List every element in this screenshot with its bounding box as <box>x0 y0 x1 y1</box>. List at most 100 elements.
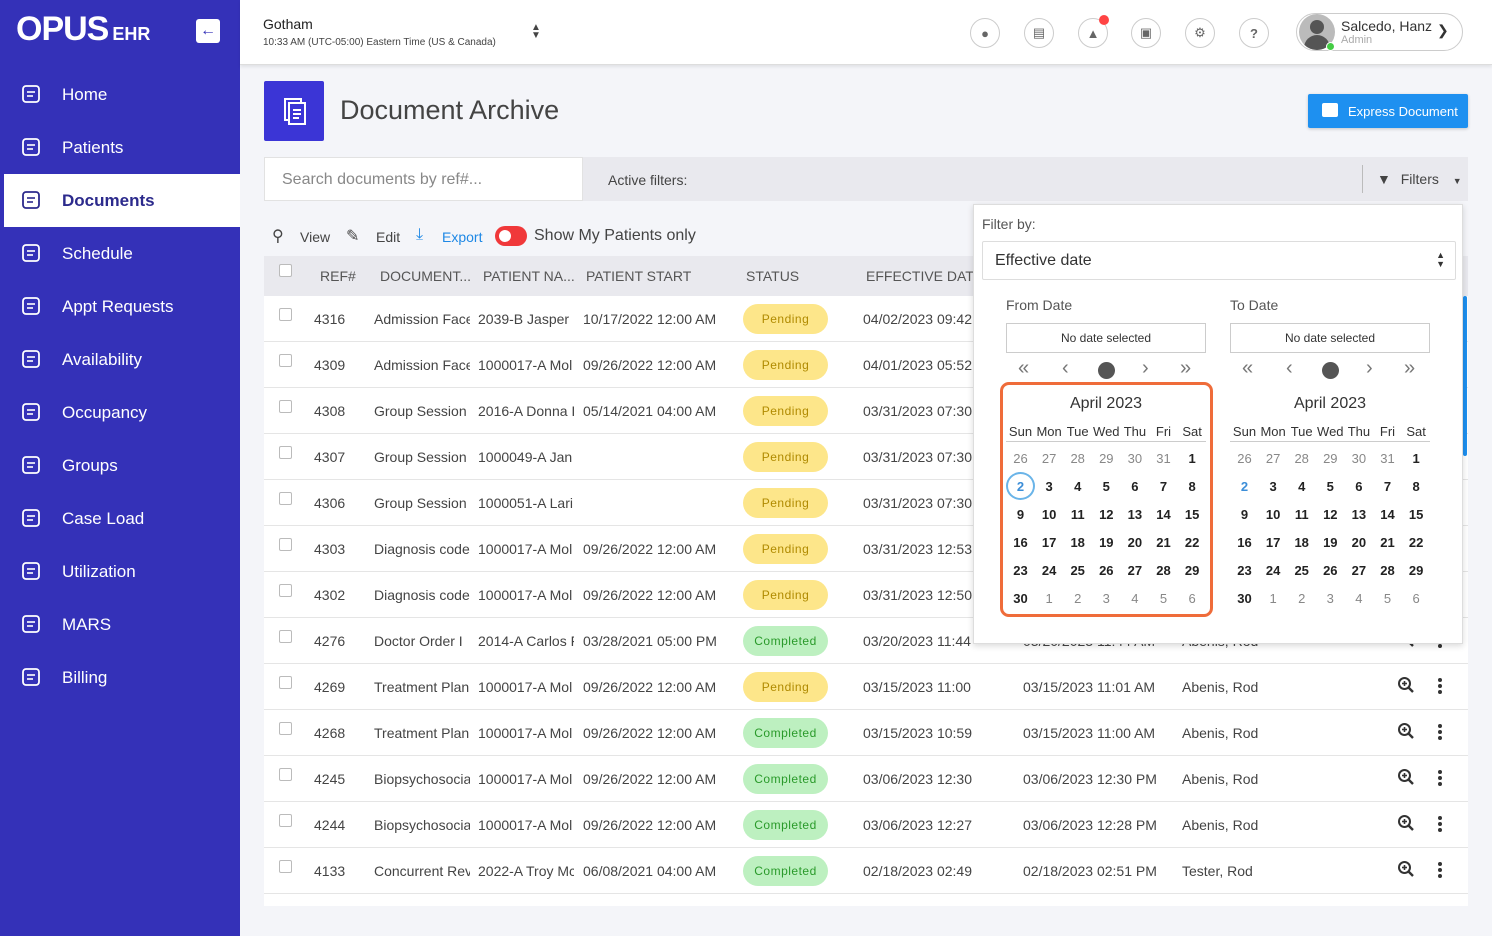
calendar-day[interactable]: 4 <box>1344 591 1373 606</box>
calendar-day[interactable]: 27 <box>1259 451 1288 466</box>
next-month-icon[interactable]: › <box>1142 357 1149 380</box>
express-document-button[interactable]: Express Document <box>1308 94 1468 128</box>
sidebar-item-mars[interactable]: MARS <box>0 598 240 651</box>
gear-icon[interactable]: ⚙ <box>1185 18 1215 48</box>
view-magnifier-icon[interactable] <box>1397 768 1415 788</box>
calendar-day[interactable]: 3 <box>1316 591 1345 606</box>
calendar-day[interactable]: 16 <box>1230 535 1259 550</box>
notes-icon[interactable]: ▤ <box>1024 18 1054 48</box>
column-header[interactable]: EFFECTIVE DATE <box>866 268 983 284</box>
calendar-day[interactable]: 2 <box>1287 591 1316 606</box>
edit-icon[interactable]: ✎ <box>346 226 359 246</box>
more-options-icon[interactable] <box>1437 815 1443 833</box>
sidebar-item-occupancy[interactable]: Occupancy <box>0 386 240 439</box>
sidebar-item-appt-requests[interactable]: Appt Requests <box>0 280 240 333</box>
calendar-day[interactable]: 26 <box>1316 563 1345 578</box>
collapse-sidebar-button[interactable]: ← <box>196 19 220 43</box>
prev-month-icon[interactable]: ‹ <box>1286 357 1293 380</box>
to-date-input[interactable]: No date selected <box>1230 323 1430 353</box>
calendar-day[interactable]: 24 <box>1259 563 1288 578</box>
sidebar-item-case-load[interactable]: Case Load <box>0 492 240 545</box>
select-all-checkbox[interactable] <box>279 264 292 277</box>
row-checkbox[interactable] <box>279 538 292 551</box>
more-options-icon[interactable] <box>1437 677 1443 695</box>
calendar-day[interactable]: 25 <box>1287 563 1316 578</box>
view-magnifier-icon[interactable] <box>1397 860 1415 880</box>
prev-year-icon[interactable]: « <box>1018 357 1029 380</box>
export-button[interactable]: Export <box>442 229 482 245</box>
calendar-day[interactable]: 15 <box>1402 507 1431 522</box>
calendar-day[interactable]: 11 <box>1287 507 1316 522</box>
row-checkbox[interactable] <box>279 676 292 689</box>
sidebar-item-home[interactable]: Home <box>0 68 240 121</box>
column-header[interactable]: PATIENT START <box>586 268 691 284</box>
calendar-day[interactable]: 31 <box>1373 451 1402 466</box>
row-checkbox[interactable] <box>279 768 292 781</box>
calendar-day[interactable]: 26 <box>1230 451 1259 466</box>
table-row[interactable]: 4269 Treatment Plan 1000017-A Mol 09/26/202… <box>264 664 1468 710</box>
column-header[interactable]: REF# <box>320 268 356 284</box>
calendar-day[interactable]: 17 <box>1259 535 1288 550</box>
row-checkbox[interactable] <box>279 492 292 505</box>
row-checkbox[interactable] <box>279 400 292 413</box>
calendar-day[interactable]: 4 <box>1287 479 1316 494</box>
calendar-day[interactable]: 2 <box>1230 479 1259 494</box>
calendar-day[interactable]: 28 <box>1373 563 1402 578</box>
sidebar-item-billing[interactable]: Billing <box>0 651 240 704</box>
table-row[interactable]: 4244 Biopsychosocia 1000017-A Mol 09/26/202… <box>264 802 1468 848</box>
sidebar-item-documents[interactable]: Documents <box>0 174 240 227</box>
magnifier-icon[interactable]: ⚲ <box>272 226 284 246</box>
row-checkbox[interactable] <box>279 722 292 735</box>
view-magnifier-icon[interactable] <box>1397 722 1415 742</box>
table-row[interactable]: 4133 Concurrent Rev 2022-A Troy Mc 06/08/20… <box>264 848 1468 894</box>
calendar-day[interactable]: 28 <box>1287 451 1316 466</box>
table-row[interactable]: 4268 Treatment Plan 1000017-A Mol 09/26/202… <box>264 710 1468 756</box>
row-checkbox[interactable] <box>279 584 292 597</box>
table-scrollbar[interactable] <box>1463 296 1467 456</box>
filters-button[interactable]: ▼ Filters ▼ <box>1362 165 1462 193</box>
user-menu[interactable]: Salcedo, Hanz Admin ❯ <box>1296 13 1463 51</box>
current-month-icon[interactable] <box>1322 362 1339 379</box>
calendar-day[interactable]: 19 <box>1316 535 1345 550</box>
calendar-day[interactable]: 12 <box>1316 507 1345 522</box>
calendar-day[interactable]: 22 <box>1402 535 1431 550</box>
calendar-day[interactable]: 8 <box>1402 479 1431 494</box>
calendar-day[interactable]: 20 <box>1344 535 1373 550</box>
next-year-icon[interactable]: » <box>1180 357 1191 380</box>
column-header[interactable]: STATUS <box>746 268 799 284</box>
calendar-day[interactable]: 10 <box>1259 507 1288 522</box>
org-switcher-icon[interactable]: ▲ ▼ <box>531 23 541 41</box>
prev-year-icon[interactable]: « <box>1242 357 1253 380</box>
row-checkbox[interactable] <box>279 860 292 873</box>
chat-icon[interactable]: ● <box>970 18 1000 48</box>
search-input[interactable]: Search documents by ref#... <box>264 157 583 201</box>
row-checkbox[interactable] <box>279 354 292 367</box>
sidebar-item-groups[interactable]: Groups <box>0 439 240 492</box>
view-magnifier-icon[interactable] <box>1397 676 1415 696</box>
filter-field-select[interactable]: Effective date ▲ ▼ <box>982 241 1456 280</box>
next-year-icon[interactable]: » <box>1404 357 1415 380</box>
row-checkbox[interactable] <box>279 308 292 321</box>
table-row[interactable]: 4245 Biopsychosocia 1000017-A Mol 09/26/202… <box>264 756 1468 802</box>
sidebar-item-availability[interactable]: Availability <box>0 333 240 386</box>
download-icon[interactable]: ⤓ <box>416 226 423 244</box>
calendar-day[interactable]: 7 <box>1373 479 1402 494</box>
my-patients-toggle[interactable] <box>495 226 527 246</box>
view-button[interactable]: View <box>300 229 330 245</box>
calendar-day[interactable]: 13 <box>1344 507 1373 522</box>
help-icon[interactable]: ? <box>1239 18 1269 48</box>
more-options-icon[interactable] <box>1437 723 1443 741</box>
edit-button[interactable]: Edit <box>376 229 400 245</box>
calendar-day[interactable]: 29 <box>1402 563 1431 578</box>
calendar-day[interactable]: 18 <box>1287 535 1316 550</box>
calendar-day[interactable]: 5 <box>1373 591 1402 606</box>
calendar-day[interactable]: 30 <box>1230 591 1259 606</box>
prev-month-icon[interactable]: ‹ <box>1062 357 1069 380</box>
next-month-icon[interactable]: › <box>1366 357 1373 380</box>
row-checkbox[interactable] <box>279 630 292 643</box>
more-options-icon[interactable] <box>1437 861 1443 879</box>
calendar-day[interactable]: 1 <box>1259 591 1288 606</box>
calendar-day[interactable]: 14 <box>1373 507 1402 522</box>
sidebar-item-schedule[interactable]: Schedule <box>0 227 240 280</box>
calendar-day[interactable]: 6 <box>1402 591 1431 606</box>
